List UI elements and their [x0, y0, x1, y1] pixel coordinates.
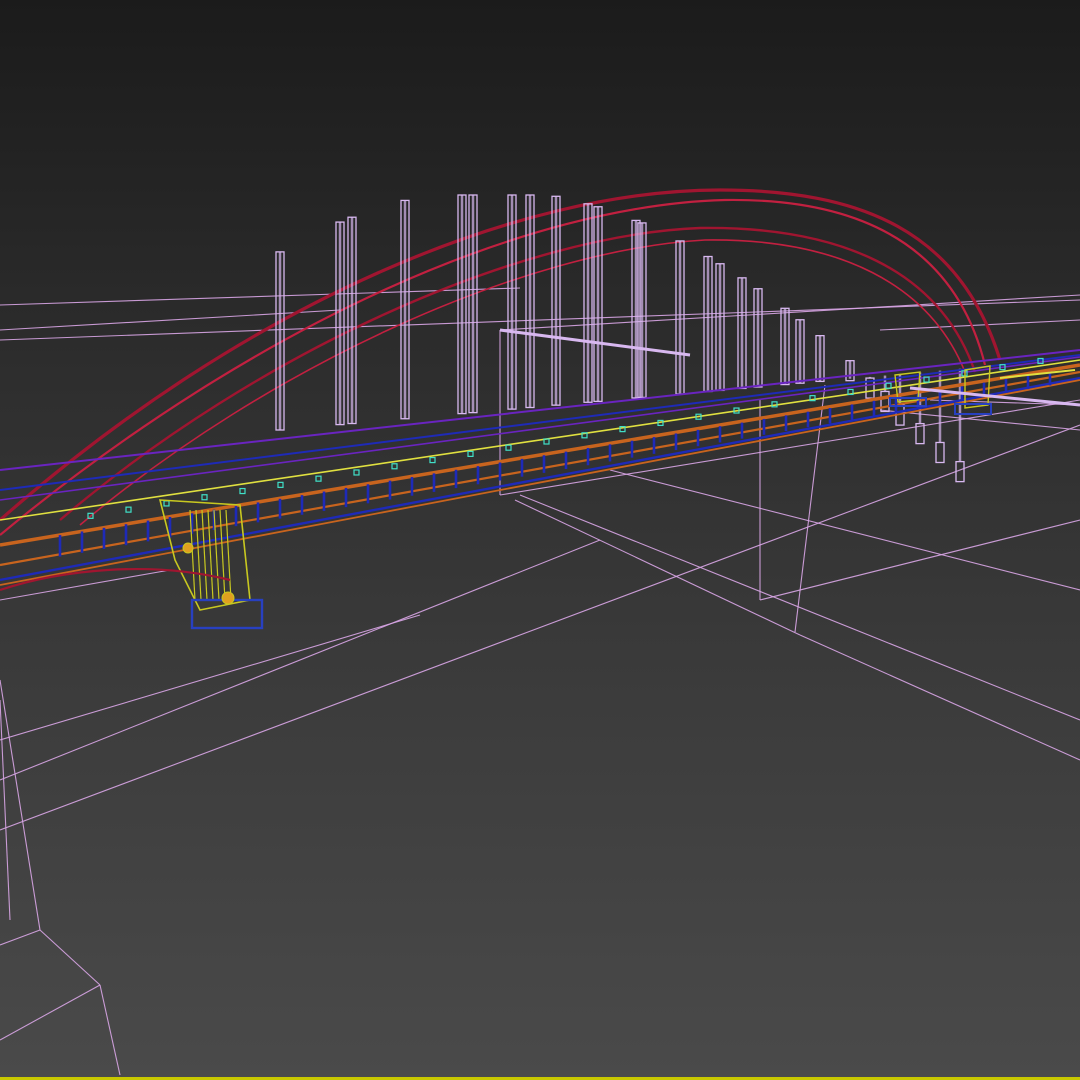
- hanger-cable: [935, 441, 945, 464]
- arch-rib-curve: [0, 198, 987, 536]
- deck-marker: [125, 506, 132, 513]
- ground-wire-line: [799, 634, 1080, 761]
- ground-wire-line: [99, 984, 121, 1076]
- pier-left-strut: [195, 509, 202, 601]
- 3d-viewport[interactable]: [0, 0, 1080, 1080]
- far-deck-beam: [499, 328, 691, 357]
- deck-marker: [391, 463, 398, 470]
- deck-marker: [505, 444, 512, 451]
- pier-left-strut: [201, 509, 208, 601]
- deck-marker: [201, 494, 208, 501]
- ground-wire-line: [0, 929, 41, 946]
- ground-wire-line: [0, 984, 101, 1041]
- arch-rib-curve: [59, 226, 977, 521]
- ground-wire-line: [0, 539, 601, 781]
- ground-wire-line: [39, 929, 101, 986]
- ground-wire-line: [609, 469, 1080, 591]
- deck-marker: [467, 450, 474, 457]
- pier-left: [0, 499, 264, 630]
- deck-stripe: [0, 354, 1080, 491]
- ground-wire-line: [519, 494, 1080, 721]
- pier-left-strut: [207, 509, 214, 601]
- ground-wire-line: [514, 499, 801, 636]
- pier-left-strut: [219, 509, 226, 601]
- ground-wire-line: [879, 319, 1080, 331]
- deck-marker: [163, 500, 170, 507]
- pier-left-bearing: [182, 542, 194, 554]
- wireframe-scene[interactable]: [0, 0, 1080, 1080]
- pier-left-strut: [213, 509, 220, 601]
- ground-wire-line: [0, 309, 341, 331]
- ground-wire-line: [759, 519, 1080, 601]
- deck-marker: [315, 475, 322, 482]
- deck-marker: [429, 456, 436, 464]
- ground-wire-line: [0, 679, 41, 931]
- bridge-deck: [0, 349, 1080, 586]
- deck-marker: [277, 481, 284, 488]
- pier-left-bearing: [221, 591, 235, 605]
- ground-wire-line: [0, 614, 421, 741]
- ground-wire-line: [0, 424, 1080, 831]
- deck-marker: [239, 487, 246, 495]
- deck-marker: [353, 469, 360, 476]
